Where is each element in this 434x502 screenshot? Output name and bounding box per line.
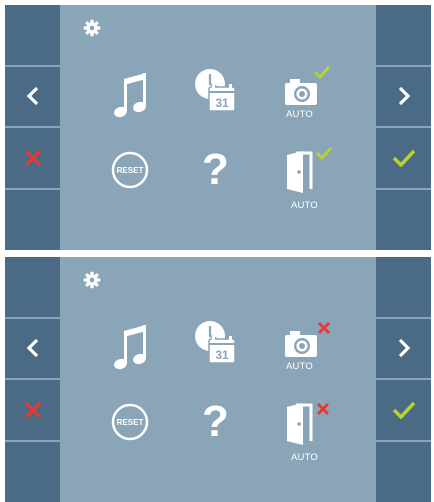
- cross-icon: [24, 401, 41, 418]
- cancel-button[interactable]: [5, 380, 60, 440]
- reset-option[interactable]: RESET: [105, 397, 165, 457]
- chevron-right-icon: [398, 87, 410, 106]
- cross-icon: [24, 149, 41, 166]
- camera-auto-option[interactable]: AUTO: [277, 65, 337, 127]
- side-button-left-4[interactable]: [5, 189, 60, 250]
- confirm-button[interactable]: [376, 380, 431, 440]
- side-button-right-1[interactable]: [376, 5, 431, 65]
- prev-button[interactable]: [5, 66, 60, 126]
- reset-icon: [111, 151, 149, 189]
- music-note-icon: [114, 325, 146, 370]
- reset-label: RESET: [116, 166, 144, 175]
- side-button-left-4[interactable]: [5, 441, 60, 502]
- door-auto-check-icon: [315, 146, 333, 160]
- left-button-column: [5, 5, 60, 250]
- prev-button[interactable]: [5, 318, 60, 378]
- checkmark-icon: [392, 401, 415, 419]
- chevron-left-icon: [26, 87, 38, 106]
- left-button-column: [5, 257, 60, 502]
- help-option[interactable]: ?: [191, 145, 251, 205]
- gear-icon: [83, 271, 101, 289]
- chevron-left-icon: [26, 339, 38, 358]
- checkmark-icon: [392, 149, 415, 167]
- melody-option[interactable]: [105, 319, 165, 379]
- question-mark-icon: ?: [202, 145, 229, 194]
- date-time-option[interactable]: 31: [191, 319, 251, 379]
- side-button-left-1[interactable]: [5, 5, 60, 65]
- reset-label: RESET: [116, 418, 144, 427]
- reset-icon: [111, 403, 149, 441]
- calendar-day-number: 31: [215, 348, 229, 362]
- next-button[interactable]: [376, 66, 431, 126]
- side-button-left-1[interactable]: [5, 257, 60, 317]
- door-auto-cross-icon: [317, 403, 329, 415]
- right-button-column: [376, 5, 431, 250]
- question-mark-icon: ?: [202, 397, 229, 446]
- side-button-right-1[interactable]: [376, 257, 431, 317]
- gear-icon: [83, 19, 101, 37]
- door-auto-label: AUTO: [291, 452, 319, 463]
- help-option[interactable]: ?: [191, 397, 251, 457]
- right-button-column: [376, 257, 431, 502]
- door-auto-label: AUTO: [291, 200, 319, 211]
- chevron-right-icon: [398, 339, 410, 358]
- camera-auto-option[interactable]: AUTO: [277, 319, 337, 379]
- clock-calendar-icon: 31: [195, 69, 236, 112]
- side-button-right-4[interactable]: [376, 189, 431, 250]
- cancel-button[interactable]: [5, 128, 60, 188]
- camera-auto-label: AUTO: [286, 361, 314, 372]
- melody-option[interactable]: [105, 67, 165, 127]
- side-button-right-4[interactable]: [376, 441, 431, 502]
- camera-auto-check-icon: [313, 65, 331, 79]
- date-time-option[interactable]: 31: [191, 67, 251, 127]
- settings-screen-auto-on: 31 AUTO RESET ? AUTO: [5, 5, 431, 250]
- door-auto-option[interactable]: AUTO: [277, 397, 337, 463]
- next-button[interactable]: [376, 318, 431, 378]
- confirm-button[interactable]: [376, 128, 431, 188]
- camera-auto-cross-icon: [318, 322, 330, 334]
- music-note-icon: [114, 73, 146, 118]
- reset-option[interactable]: RESET: [105, 145, 165, 205]
- calendar-day-number: 31: [215, 96, 229, 110]
- door-auto-option[interactable]: AUTO: [277, 145, 337, 211]
- clock-calendar-icon: 31: [195, 321, 236, 364]
- settings-screen-auto-off: 31 AUTO RESET ? AUTO: [5, 257, 431, 502]
- camera-auto-label: AUTO: [286, 109, 314, 120]
